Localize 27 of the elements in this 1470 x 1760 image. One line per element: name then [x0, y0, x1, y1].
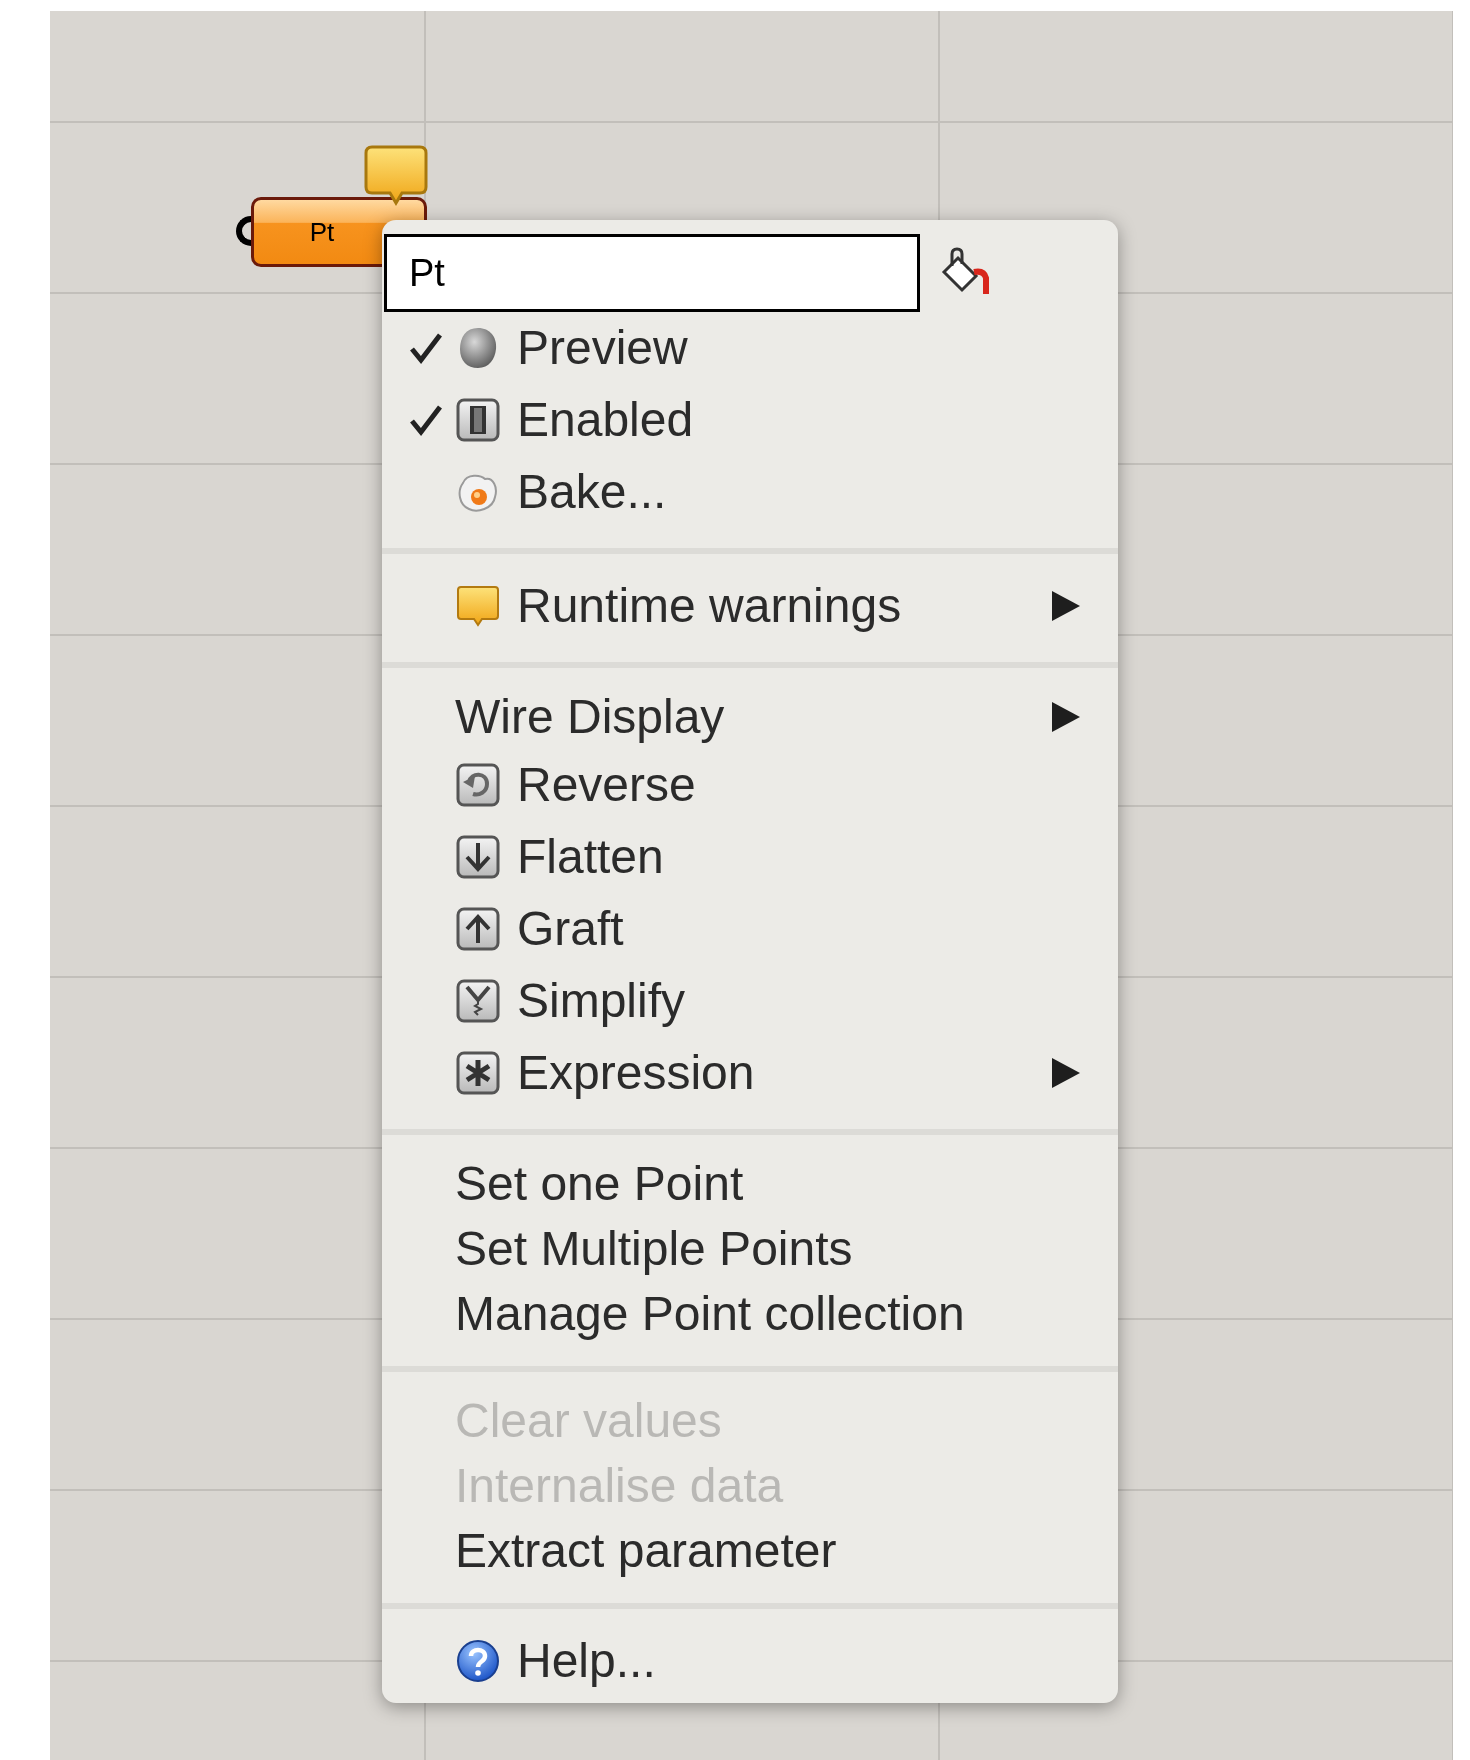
menu-item[interactable]: Enabled [382, 384, 1118, 456]
submenu-arrow-icon [1052, 701, 1080, 732]
submenu-arrow-icon [1052, 591, 1080, 621]
zipper-icon [455, 978, 501, 1024]
submenu-arrow-icon [1052, 1058, 1080, 1088]
menu-item[interactable]: Simplify [382, 965, 1118, 1037]
menu-item[interactable]: Reverse [382, 749, 1118, 821]
menu-item[interactable]: Runtime warnings [382, 570, 1118, 642]
menu-item[interactable]: Set one Point [382, 1151, 1118, 1216]
menu-item[interactable]: Manage Point collection [382, 1281, 1118, 1346]
menu-item[interactable]: Expression [382, 1037, 1118, 1109]
menu-item[interactable]: Extract parameter [382, 1518, 1118, 1583]
name-field[interactable]: Pt [384, 234, 920, 312]
menu-item[interactable]: Flatten [382, 821, 1118, 893]
menu-item[interactable]: Set Multiple Points [382, 1216, 1118, 1281]
menu-item[interactable]: Preview [382, 312, 1118, 384]
node-label: Pt [309, 215, 335, 249]
asterisk-icon [455, 1050, 501, 1096]
help-icon [455, 1638, 501, 1684]
checkmark-icon [409, 403, 443, 437]
menu-item[interactable]: Wire Display [382, 684, 1118, 749]
speech-bubble-icon [455, 583, 501, 629]
switch-icon [455, 397, 501, 443]
menu-item[interactable]: Graft [382, 893, 1118, 965]
menu-item[interactable]: Bake... [382, 456, 1118, 528]
checkmark-icon [409, 331, 443, 365]
menu-item[interactable]: Help... [382, 1625, 1118, 1697]
